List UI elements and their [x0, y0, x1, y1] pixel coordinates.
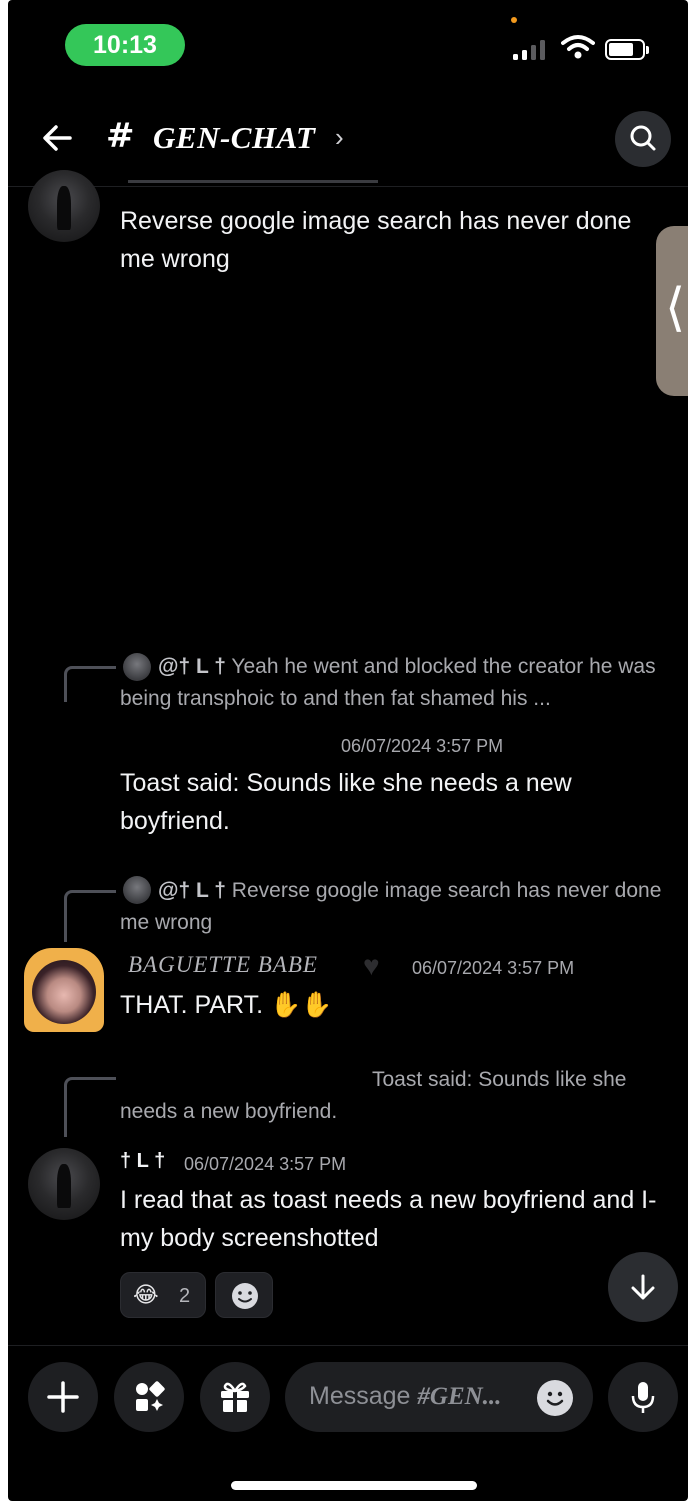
side-panel-handle[interactable]: ⟨	[656, 226, 688, 396]
composer-divider	[8, 1345, 688, 1346]
channel-hash-icon: #	[106, 116, 135, 156]
apps-icon	[136, 1381, 165, 1411]
wifi-icon	[561, 35, 595, 59]
status-time: 10:13	[65, 24, 185, 66]
jump-to-bottom-button[interactable]	[608, 1252, 678, 1322]
emoji-icon	[546, 1391, 564, 1406]
clipped-header	[128, 180, 378, 183]
reply-preview[interactable]: @† L † Yeah he went and blocked the crea…	[120, 651, 668, 715]
collapse-handle-icon: ⟨	[665, 278, 686, 338]
reply-mention: @† L †	[158, 879, 226, 902]
microphone-icon	[631, 1382, 655, 1413]
reply-preview[interactable]: Toast said: Sounds like she needs a new …	[120, 1064, 668, 1128]
reply-connector	[64, 1077, 116, 1137]
search-button[interactable]	[615, 111, 671, 167]
message-text: THAT. PART. ✋✋	[120, 986, 640, 1024]
message-text: Reverse google image search has never do…	[120, 207, 632, 273]
arrow-down-icon	[631, 1274, 655, 1300]
privacy-indicator	[511, 17, 517, 23]
message-input[interactable]: Message #GEN...	[285, 1362, 593, 1432]
reaction-laughing[interactable]: 😂 2	[120, 1272, 206, 1318]
search-icon	[630, 125, 656, 151]
avatar[interactable]	[28, 1148, 100, 1220]
add-reaction-icon	[232, 1283, 258, 1309]
attach-button[interactable]	[28, 1362, 98, 1432]
emoji-button[interactable]	[537, 1380, 573, 1416]
placeholder-channel: #GEN...	[417, 1383, 502, 1410]
reply-preview[interactable]: @† L † Reverse google image search has n…	[120, 875, 668, 939]
message-timestamp: 06/07/2024 3:57 PM	[184, 1154, 347, 1174]
message-timestamp: 06/07/2024 3:57 PM	[341, 736, 504, 756]
chevron-right-icon[interactable]: ›	[335, 122, 344, 153]
home-indicator[interactable]	[231, 1481, 477, 1490]
message-text: I read that as toast needs a new boyfrie…	[120, 1186, 657, 1252]
battery-icon	[605, 39, 649, 60]
reply-connector	[64, 890, 116, 942]
back-arrow-icon[interactable]	[36, 116, 80, 160]
message-text: Toast said: Sounds like she needs a new …	[120, 769, 572, 835]
avatar-toast-frame[interactable]	[24, 948, 104, 1032]
plus-icon	[47, 1381, 79, 1413]
apps-button[interactable]	[114, 1362, 184, 1432]
message-timestamp: 06/07/2024 3:57 PM	[412, 958, 575, 978]
message-body: THAT. PART.	[120, 991, 264, 1019]
cellular-signal-icon	[513, 38, 547, 60]
header-divider	[8, 186, 688, 187]
add-reaction-button[interactable]	[215, 1272, 273, 1318]
reply-snippet: Toast said: Sounds like she needs a new …	[120, 1068, 627, 1123]
heart-icon: ♥	[363, 950, 380, 981]
message-author[interactable]: † L †	[120, 1150, 165, 1173]
channel-title[interactable]: GEN-CHAT	[153, 120, 315, 156]
gift-button[interactable]	[200, 1362, 270, 1432]
clap-icon: ✋✋	[270, 991, 333, 1019]
voice-message-button[interactable]	[608, 1362, 678, 1432]
placeholder-prefix: Message	[309, 1382, 418, 1410]
avatar[interactable]	[28, 170, 100, 242]
reaction-count: 2	[179, 1285, 191, 1307]
reply-mention: @† L †	[158, 655, 226, 678]
reply-connector	[64, 666, 116, 702]
message-placeholder: Message #GEN...	[309, 1382, 501, 1411]
gift-icon	[221, 1382, 249, 1412]
laughing-emoji-icon: 😂	[133, 1282, 159, 1307]
avatar	[32, 960, 96, 1024]
message-author[interactable]: BAGUETTE BABE	[128, 952, 318, 978]
chat-screen: 10:13 # GEN-CHAT › ⟨ Reverse google imag…	[8, 0, 688, 1501]
